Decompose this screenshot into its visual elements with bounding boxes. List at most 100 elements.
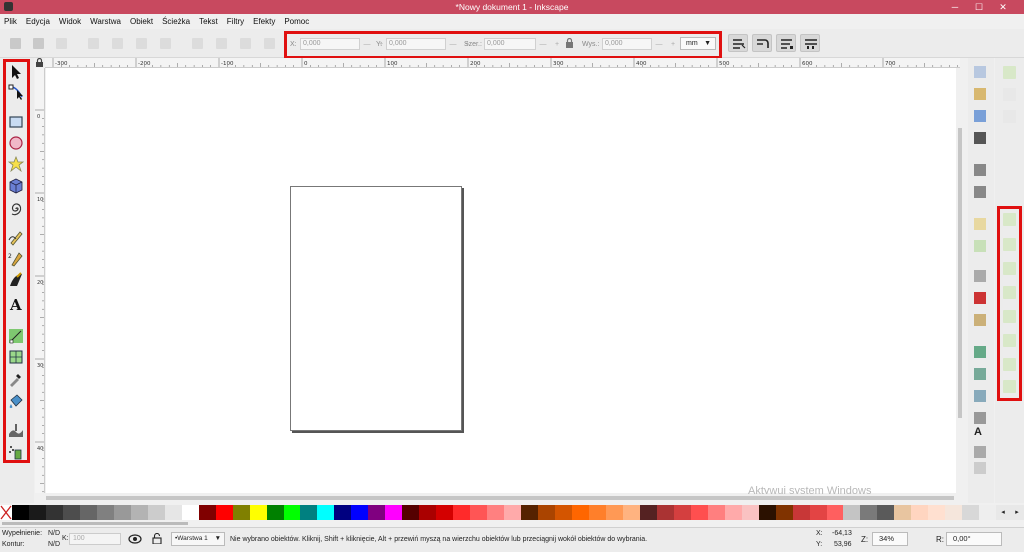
current-layer-select[interactable]: •Warstwa 1 ▼ bbox=[171, 532, 225, 546]
palette-swatch[interactable] bbox=[639, 505, 657, 520]
zoom-drawing-icon[interactable] bbox=[974, 368, 986, 380]
palette-swatch[interactable] bbox=[707, 505, 725, 520]
palette-swatch[interactable] bbox=[351, 505, 369, 520]
palette-swatch[interactable] bbox=[962, 505, 980, 520]
snap-bbox-edge-icon[interactable] bbox=[1003, 110, 1016, 123]
palette-swatch[interactable] bbox=[12, 505, 29, 520]
menu-efekty[interactable]: Efekty bbox=[253, 17, 275, 26]
palette-swatch[interactable] bbox=[419, 505, 437, 520]
palette-swatch[interactable] bbox=[809, 505, 827, 520]
palette-swatch[interactable] bbox=[555, 505, 572, 520]
text-font-icon[interactable]: A bbox=[974, 426, 986, 438]
opacity-input[interactable]: 100 bbox=[69, 533, 121, 545]
document-page[interactable] bbox=[290, 186, 462, 431]
palette-swatch[interactable] bbox=[164, 505, 182, 520]
copy-icon[interactable] bbox=[974, 270, 986, 282]
palette-scrollbar-thumb[interactable] bbox=[2, 522, 188, 525]
palette-swatch[interactable] bbox=[911, 505, 929, 520]
paste-icon[interactable] bbox=[974, 314, 986, 326]
palette-swatch[interactable] bbox=[436, 505, 454, 520]
fill-value[interactable]: N/D bbox=[48, 530, 60, 537]
menu-widok[interactable]: Widok bbox=[59, 17, 81, 26]
lower-icon[interactable] bbox=[216, 38, 227, 49]
scale-stroke-button[interactable] bbox=[728, 34, 748, 52]
palette-swatch[interactable] bbox=[147, 505, 165, 520]
select-all-icon[interactable] bbox=[10, 38, 21, 49]
palette-swatch[interactable] bbox=[741, 505, 759, 520]
palette-swatch[interactable] bbox=[826, 505, 844, 520]
fill-stroke-icon[interactable] bbox=[974, 462, 986, 474]
palette-swatch[interactable] bbox=[113, 505, 131, 520]
palette-swatch[interactable] bbox=[45, 505, 63, 520]
palette-swatch[interactable] bbox=[521, 505, 539, 520]
palette-swatch[interactable] bbox=[571, 505, 589, 520]
menu-edycja[interactable]: Edycja bbox=[26, 17, 50, 26]
palette-swatch[interactable] bbox=[470, 505, 488, 520]
move-patterns-button[interactable] bbox=[800, 34, 820, 52]
horizontal-scrollbar[interactable] bbox=[46, 494, 956, 502]
palette-swatch[interactable] bbox=[402, 505, 420, 520]
horizontal-ruler[interactable]: -300-200-1000100200300400500600700800 bbox=[45, 58, 960, 68]
export-icon[interactable] bbox=[974, 186, 986, 198]
stroke-value[interactable]: N/D bbox=[48, 541, 60, 548]
deselect-icon[interactable] bbox=[56, 38, 67, 49]
zoom-input[interactable]: 34% bbox=[872, 532, 908, 546]
no-paint-swatch[interactable] bbox=[0, 505, 12, 520]
minimize-button[interactable]: ─ bbox=[948, 1, 962, 13]
maximize-button[interactable]: ☐ bbox=[972, 1, 986, 13]
close-button[interactable]: ✕ bbox=[996, 1, 1010, 13]
palette-scrollbar[interactable] bbox=[0, 520, 1024, 527]
rotate-ccw-icon[interactable] bbox=[88, 38, 99, 49]
horizontal-scrollbar-thumb[interactable] bbox=[46, 496, 954, 500]
snap-bbox-icon[interactable] bbox=[1003, 88, 1016, 101]
menu-tekst[interactable]: Tekst bbox=[199, 17, 218, 26]
palette-swatch[interactable] bbox=[487, 505, 505, 520]
palette-swatch[interactable] bbox=[673, 505, 691, 520]
vertical-scrollbar-thumb[interactable] bbox=[958, 128, 962, 418]
palette-swatch[interactable] bbox=[453, 505, 471, 520]
menu-filtry[interactable]: Filtry bbox=[227, 17, 244, 26]
menu-obiekt[interactable]: Obiekt bbox=[130, 17, 153, 26]
guide-lock-icon[interactable] bbox=[34, 58, 45, 68]
redo-icon[interactable] bbox=[974, 240, 986, 252]
cut-icon[interactable] bbox=[974, 292, 986, 304]
palette-swatch[interactable] bbox=[860, 505, 878, 520]
zoom-page-icon[interactable] bbox=[974, 390, 986, 402]
palette-swatch[interactable] bbox=[181, 505, 199, 520]
scale-corners-button[interactable] bbox=[752, 34, 772, 52]
menu-plik[interactable]: Plik bbox=[4, 17, 17, 26]
xml-editor-icon[interactable] bbox=[974, 446, 986, 458]
palette-swatch[interactable] bbox=[894, 505, 912, 520]
palette-swatch[interactable] bbox=[62, 505, 80, 520]
palette-swatch[interactable] bbox=[28, 505, 46, 520]
palette-swatch[interactable] bbox=[588, 505, 606, 520]
undo-icon[interactable] bbox=[974, 218, 986, 230]
import-icon[interactable] bbox=[974, 164, 986, 176]
palette-swatch[interactable] bbox=[300, 505, 318, 520]
vertical-scrollbar[interactable] bbox=[956, 68, 964, 493]
palette-swatch[interactable] bbox=[928, 505, 946, 520]
palette-swatch[interactable] bbox=[334, 505, 352, 520]
palette-swatch[interactable] bbox=[283, 505, 301, 520]
palette-swatch[interactable] bbox=[385, 505, 403, 520]
duplicate-icon[interactable] bbox=[974, 412, 986, 424]
palette-swatch[interactable] bbox=[317, 505, 335, 520]
rotation-input[interactable]: 0,00° bbox=[946, 532, 1002, 546]
menu-pomoc[interactable]: Pomoc bbox=[284, 17, 309, 26]
palette-swatch[interactable] bbox=[215, 505, 233, 520]
move-gradients-button[interactable] bbox=[776, 34, 796, 52]
palette-swatch[interactable] bbox=[130, 505, 148, 520]
raise-icon[interactable] bbox=[240, 38, 251, 49]
palette-swatch[interactable] bbox=[656, 505, 674, 520]
palette-swatch[interactable] bbox=[368, 505, 386, 520]
menu-sciezka[interactable]: Ścieżka bbox=[162, 17, 190, 26]
layer-visibility-eye-icon[interactable] bbox=[128, 534, 142, 544]
lower-to-bottom-icon[interactable] bbox=[192, 38, 203, 49]
menu-warstwa[interactable]: Warstwa bbox=[90, 17, 121, 26]
palette-swatch[interactable] bbox=[758, 505, 776, 520]
palette-swatch[interactable] bbox=[504, 505, 522, 520]
palette-swatch[interactable] bbox=[232, 505, 250, 520]
palette-swatch[interactable] bbox=[843, 505, 861, 520]
vertical-ruler[interactable]: 0100200300400500 bbox=[35, 68, 45, 493]
palette-swatch[interactable] bbox=[724, 505, 742, 520]
